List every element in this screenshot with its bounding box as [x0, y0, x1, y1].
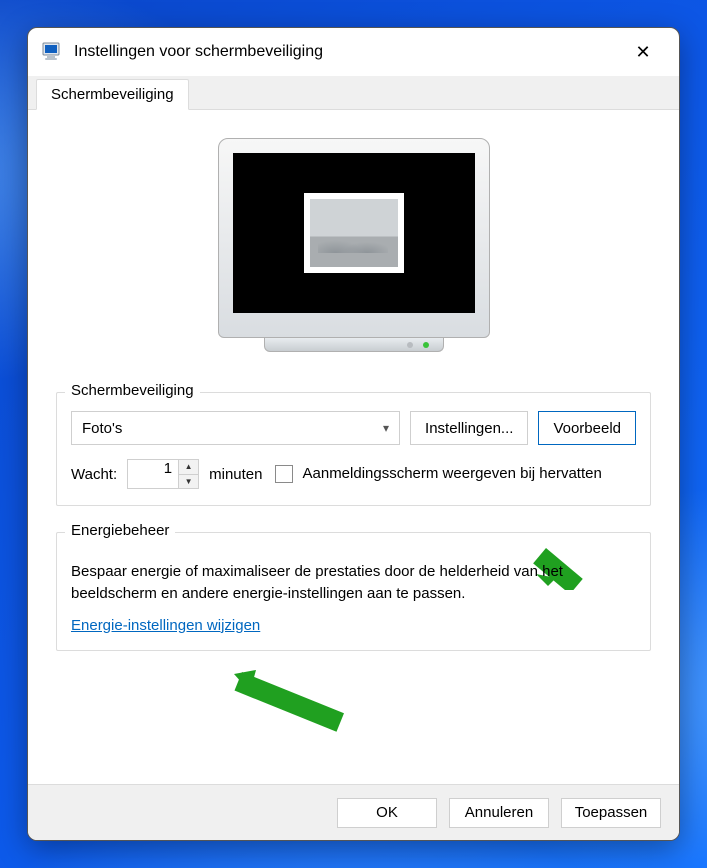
minutes-label: minuten — [209, 466, 262, 483]
ok-label: OK — [376, 804, 398, 821]
preview-photo-icon — [310, 199, 398, 267]
power-settings-link[interactable]: Energie-instellingen wijzigen — [71, 617, 260, 634]
wait-stepper[interactable]: 1 ▲ ▼ — [127, 459, 199, 489]
titlebar: Instellingen voor schermbeveiliging ✕ — [28, 28, 679, 76]
wait-value[interactable]: 1 — [127, 459, 179, 489]
power-description: Bespaar energie of maximaliseer de prest… — [71, 561, 636, 605]
apply-label: Toepassen — [575, 804, 648, 821]
apply-button[interactable]: Toepassen — [561, 798, 661, 828]
dialog-window: Instellingen voor schermbeveiliging ✕ Sc… — [27, 27, 680, 841]
screensaver-app-icon — [42, 41, 64, 63]
close-button[interactable]: ✕ — [621, 34, 665, 70]
preview-button[interactable]: Voorbeeld — [538, 411, 636, 445]
close-icon: ✕ — [635, 43, 650, 61]
annotation-arrow-icon — [228, 666, 358, 736]
tabstrip: Schermbeveiliging — [28, 76, 679, 110]
monitor-button-icon — [407, 342, 413, 348]
settings-button[interactable]: Instellingen... — [410, 411, 528, 445]
wait-label: Wacht: — [71, 466, 117, 483]
window-title: Instellingen voor schermbeveiliging — [74, 43, 621, 61]
screensaver-dropdown[interactable]: Foto's ▾ — [71, 411, 400, 445]
resume-logon-label: Aanmeldingsscherm weergeven bij hervatte… — [303, 465, 602, 484]
desktop-background: Instellingen voor schermbeveiliging ✕ Sc… — [0, 0, 707, 868]
preview-monitor — [56, 138, 651, 366]
tab-screensaver[interactable]: Schermbeveiliging — [36, 79, 189, 110]
ok-button[interactable]: OK — [337, 798, 437, 828]
group-title-power: Energiebeheer — [65, 522, 175, 539]
dialog-footer: OK Annuleren Toepassen — [28, 784, 679, 840]
monitor-led-icon — [423, 342, 429, 348]
dropdown-value: Foto's — [82, 420, 122, 437]
stepper-down-icon[interactable]: ▼ — [179, 475, 198, 489]
resume-logon-checkbox[interactable] — [275, 465, 293, 483]
group-title-screensaver: Schermbeveiliging — [65, 382, 200, 399]
tab-body: Schermbeveiliging Foto's ▾ Instellingen.… — [28, 110, 679, 784]
cancel-button[interactable]: Annuleren — [449, 798, 549, 828]
chevron-down-icon: ▾ — [383, 421, 389, 435]
settings-button-label: Instellingen... — [425, 420, 513, 437]
screensaver-group: Schermbeveiliging Foto's ▾ Instellingen.… — [56, 392, 651, 506]
preview-button-label: Voorbeeld — [553, 420, 621, 437]
cancel-label: Annuleren — [465, 804, 533, 821]
stepper-up-icon[interactable]: ▲ — [179, 460, 198, 475]
power-group: Energiebeheer Bespaar energie of maximal… — [56, 532, 651, 651]
tab-label: Schermbeveiliging — [51, 86, 174, 103]
